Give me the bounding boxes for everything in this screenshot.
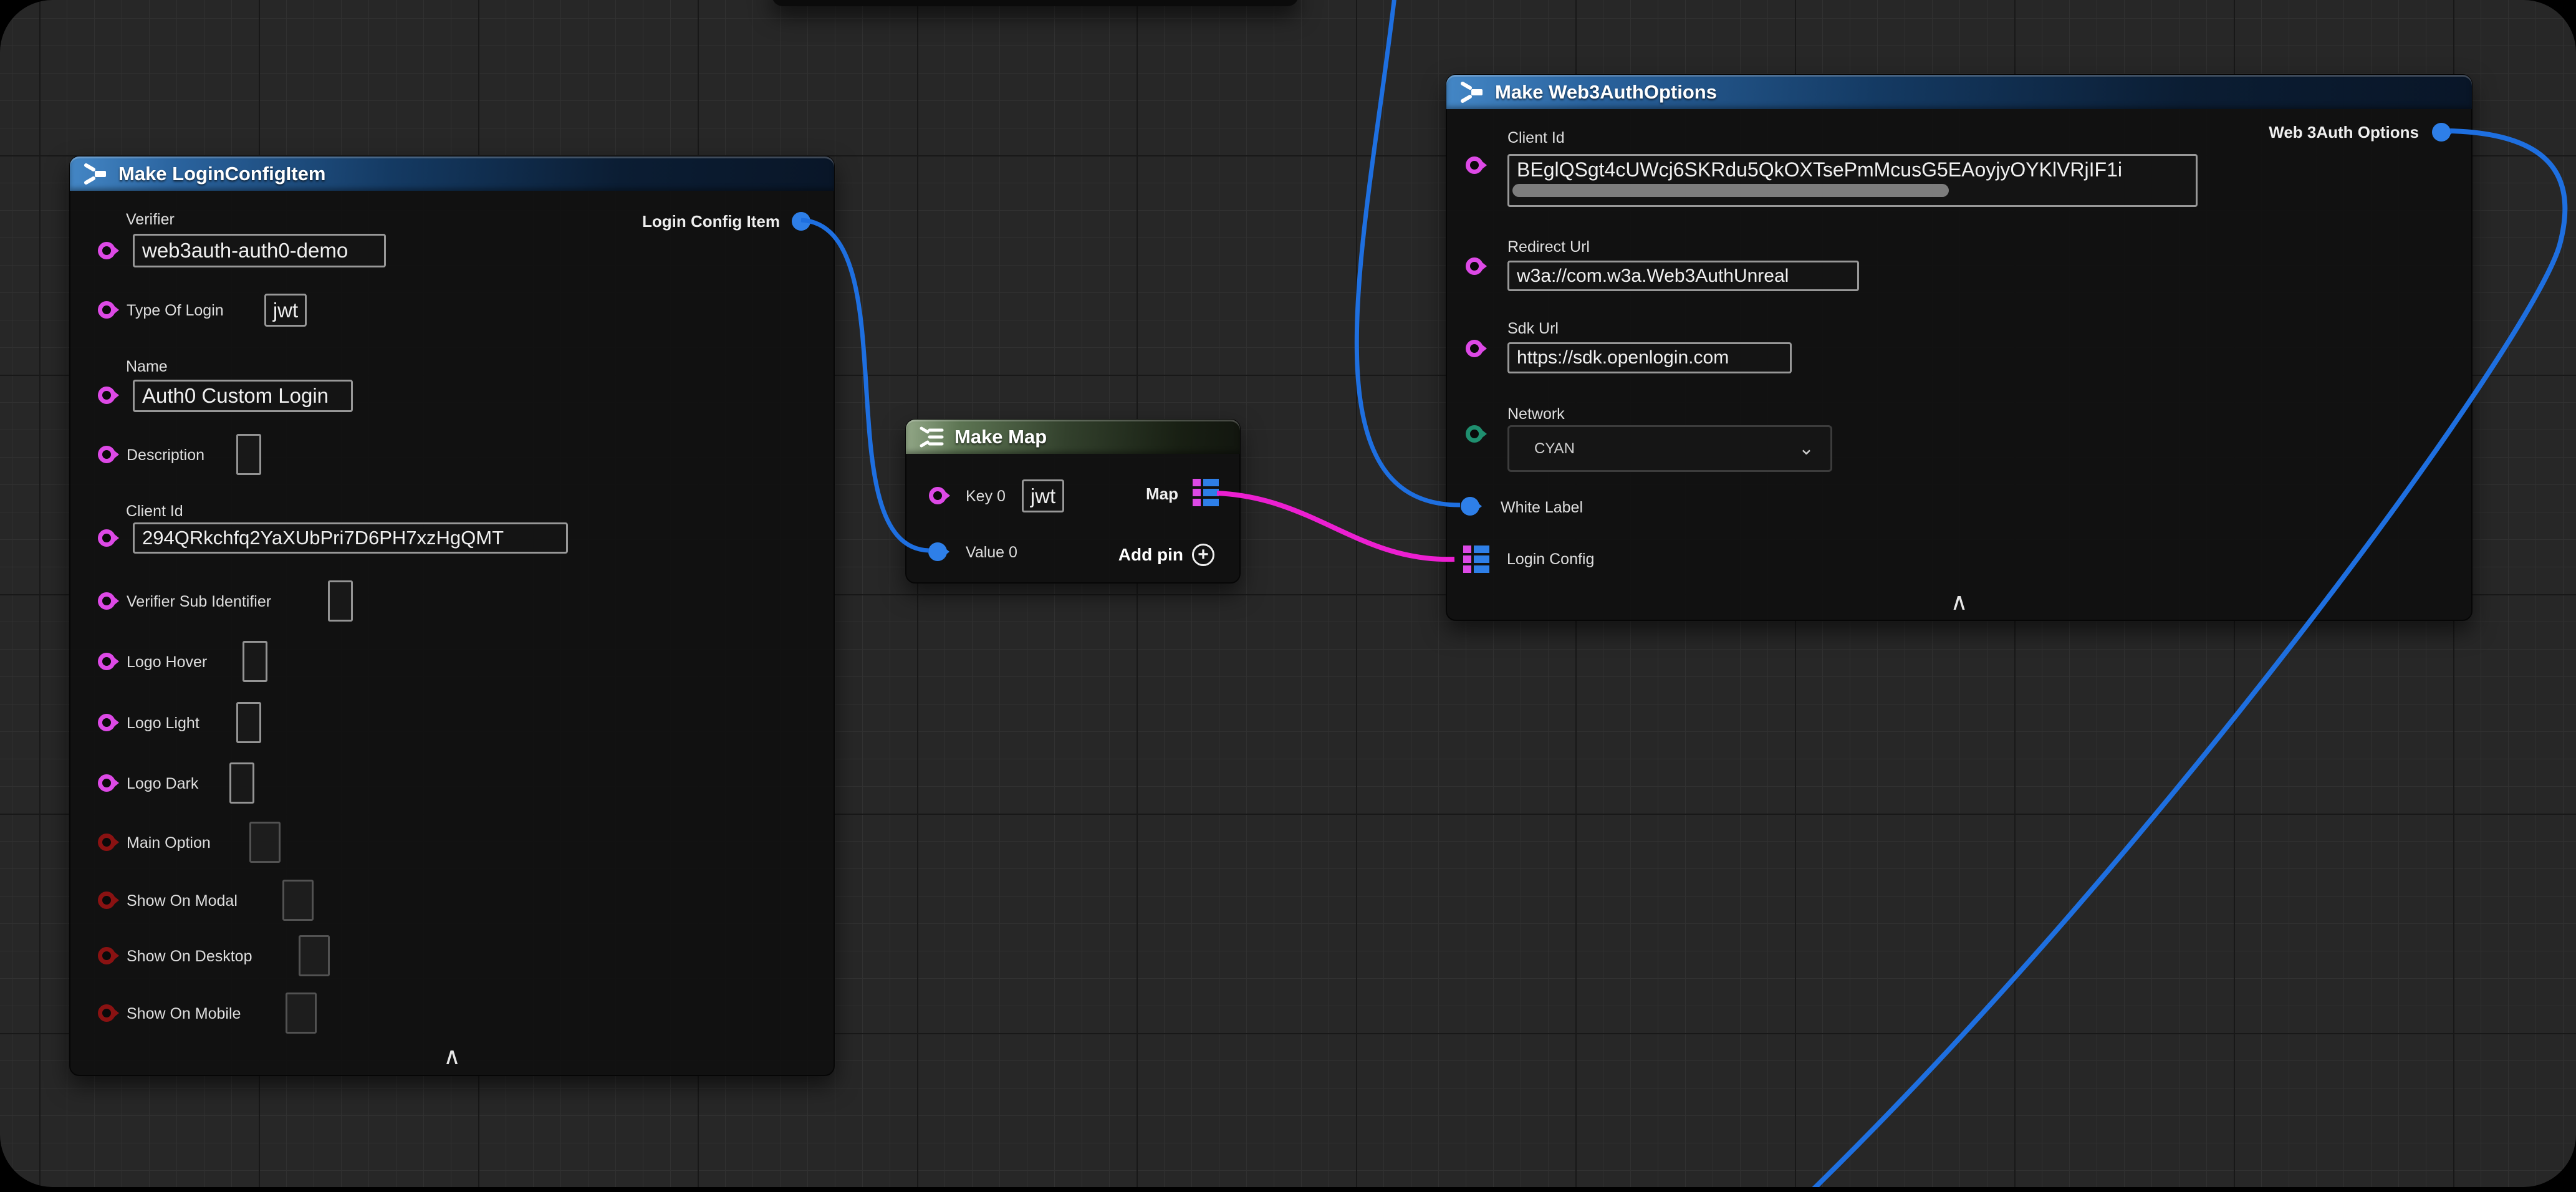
pin-label-white-label: White Label xyxy=(1501,499,1583,517)
input-pin-name[interactable] xyxy=(98,387,115,404)
pin-label-login-config: Login Config xyxy=(1507,550,1594,569)
output-pin-label: Web 3Auth Options xyxy=(2269,123,2419,142)
description-input[interactable] xyxy=(236,434,261,475)
show-on-desktop-checkbox[interactable] xyxy=(299,935,330,976)
client-id-input[interactable]: 294QRkchfq2YaXUbPri7D6PH7xzHgQMT xyxy=(133,522,568,554)
pin-label-show-on-desktop: Show On Desktop xyxy=(127,948,252,966)
pin-label-redirect-url: Redirect Url xyxy=(1507,238,1590,256)
key-0-input[interactable]: jwt xyxy=(1022,479,1064,512)
input-pin-type-of-login[interactable] xyxy=(98,301,115,319)
pin-label-logo-dark: Logo Dark xyxy=(127,775,198,793)
node-header-make-loginconfigitem[interactable]: Make LoginConfigItem xyxy=(70,156,834,191)
input-pin-client-id[interactable] xyxy=(98,529,115,547)
show-on-mobile-checkbox[interactable] xyxy=(286,993,317,1034)
pin-label-key-0: Key 0 xyxy=(966,488,1006,506)
network-dropdown[interactable]: CYAN ⌄ xyxy=(1507,425,1832,472)
output-pin-map[interactable] xyxy=(1193,479,1219,506)
pin-label-sdk-url: Sdk Url xyxy=(1507,320,1559,338)
input-pin-main-option[interactable] xyxy=(98,834,115,851)
verifier-input[interactable]: web3auth-auth0-demo xyxy=(133,234,386,267)
input-pin-verifier[interactable] xyxy=(98,242,115,259)
node-title: Make Map xyxy=(954,426,1047,448)
node-make-loginconfigitem[interactable]: Make LoginConfigItem Login Config Item V… xyxy=(69,156,835,1076)
input-pin-login-config[interactable] xyxy=(1463,546,1489,573)
network-dropdown-value: CYAN xyxy=(1534,440,1575,458)
name-input[interactable]: Auth0 Custom Login xyxy=(133,380,353,412)
input-pin-show-on-modal[interactable] xyxy=(98,892,115,909)
pin-label-type-of-login: Type Of Login xyxy=(127,302,224,320)
chevron-down-icon: ⌄ xyxy=(1799,438,1814,459)
pin-label-verifier: Verifier xyxy=(126,211,175,229)
pin-label-main-option: Main Option xyxy=(127,834,211,852)
input-pin-logo-light[interactable] xyxy=(98,714,115,731)
logo-hover-input[interactable] xyxy=(243,641,267,682)
pin-label-client-id: Client Id xyxy=(1507,129,1565,147)
show-on-modal-checkbox[interactable] xyxy=(282,880,314,921)
make-map-icon xyxy=(917,426,944,448)
wire-top-to-white-label[interactable] xyxy=(1357,0,1460,505)
node-header-make-map[interactable]: Make Map xyxy=(906,420,1240,454)
input-pin-value-0[interactable] xyxy=(928,542,947,561)
node-title: Make LoginConfigItem xyxy=(118,163,325,185)
logo-dark-input[interactable] xyxy=(229,762,254,804)
output-pin-web3auth-options[interactable] xyxy=(2432,123,2451,142)
logo-light-input[interactable] xyxy=(236,702,261,743)
pin-label-value-0: Value 0 xyxy=(966,544,1017,562)
input-pin-network[interactable] xyxy=(1466,425,1483,443)
node-header-make-web3authoptions[interactable]: Make Web3AuthOptions xyxy=(1446,75,2472,109)
pin-label-logo-light: Logo Light xyxy=(127,714,199,733)
input-pin-redirect-url[interactable] xyxy=(1466,257,1483,275)
input-pin-key-0[interactable] xyxy=(929,487,946,504)
sdk-url-input[interactable]: https://sdk.openlogin.com xyxy=(1507,342,1792,373)
blueprint-canvas[interactable]: Make LoginConfigItem Login Config Item V… xyxy=(0,0,2576,1187)
client-id-input[interactable]: BEglQSgt4cUWcj6SKRdu5QkOXTsePmMcusG5EAoy… xyxy=(1507,154,2198,207)
input-pin-verifier-sub-identifier[interactable] xyxy=(98,592,115,610)
node-make-web3authoptions[interactable]: Make Web3AuthOptions Web 3Auth Options C… xyxy=(1446,74,2473,621)
output-pin-label: Login Config Item xyxy=(642,212,780,231)
client-id-input-scrollbar[interactable] xyxy=(1512,184,1949,197)
add-pin-plus-icon: + xyxy=(1192,544,1214,566)
make-struct-icon xyxy=(1458,81,1485,103)
pin-label-description: Description xyxy=(127,446,204,464)
wire-map-to-login-config[interactable] xyxy=(1217,493,1454,559)
output-pin-label: Map xyxy=(1146,484,1178,504)
node-title: Make Web3AuthOptions xyxy=(1495,81,1717,103)
collapse-chevron-icon[interactable]: ∧ xyxy=(70,1045,834,1069)
verifier-sub-identifier-input[interactable] xyxy=(328,580,353,622)
node-make-map[interactable]: Make Map Key 0 jwt Map Value 0 Add pin + xyxy=(905,419,1241,584)
input-pin-logo-hover[interactable] xyxy=(98,653,115,670)
make-struct-icon xyxy=(81,163,108,185)
pin-label-network: Network xyxy=(1507,405,1565,423)
input-pin-show-on-desktop[interactable] xyxy=(98,947,115,964)
input-pin-sdk-url[interactable] xyxy=(1466,340,1483,357)
pin-label-show-on-modal: Show On Modal xyxy=(127,892,238,910)
pin-label-verifier-sub-identifier: Verifier Sub Identifier xyxy=(127,593,271,611)
pin-label-client-id: Client Id xyxy=(126,502,183,521)
input-pin-white-label[interactable] xyxy=(1461,497,1479,516)
redirect-url-input[interactable]: w3a://com.w3a.Web3AuthUnreal xyxy=(1507,261,1859,291)
offscreen-node-bottom-edge[interactable] xyxy=(772,0,1299,6)
input-pin-client-id[interactable] xyxy=(1466,156,1483,174)
input-pin-show-on-mobile[interactable] xyxy=(98,1004,115,1022)
input-pin-description[interactable] xyxy=(98,446,115,463)
add-pin-label: Add pin xyxy=(1118,545,1183,565)
main-option-checkbox[interactable] xyxy=(249,822,281,863)
pin-label-show-on-mobile: Show On Mobile xyxy=(127,1005,241,1023)
add-pin-button[interactable]: Add pin + xyxy=(1118,544,1214,566)
input-pin-logo-dark[interactable] xyxy=(98,774,115,792)
pin-label-name: Name xyxy=(126,358,168,376)
type-of-login-input[interactable]: jwt xyxy=(264,294,307,327)
pin-label-logo-hover: Logo Hover xyxy=(127,653,207,671)
